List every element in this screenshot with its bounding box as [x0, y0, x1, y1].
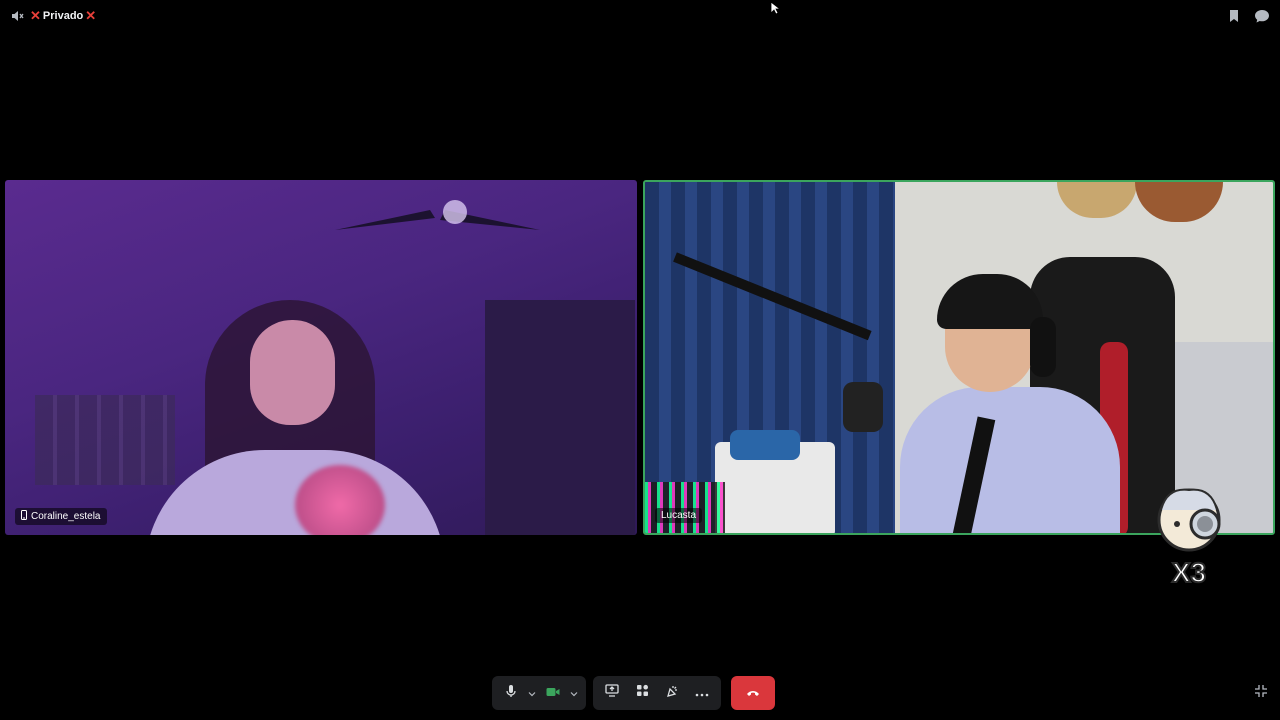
call-controls [0, 676, 1280, 710]
top-bar: ✕ Privado ✕ [0, 0, 1280, 32]
activities-button[interactable] [629, 680, 655, 706]
participant-hoodie [145, 450, 445, 535]
action-controls [593, 676, 721, 710]
x-mark-icon: ✕ [85, 8, 97, 23]
desk-case [730, 430, 800, 460]
chat-bubble-icon[interactable] [1254, 8, 1270, 24]
channel-name: ✕ Privado ✕ [30, 8, 96, 24]
chevron-down-icon [570, 684, 578, 702]
hang-up-button[interactable] [731, 676, 775, 710]
hang-up-icon [746, 684, 760, 702]
sticker-text: X3 [1172, 557, 1206, 587]
participant-nameplate: Coraline_estela [15, 508, 107, 525]
participant-video [900, 387, 1120, 533]
activities-icon [636, 684, 649, 702]
header-actions [1228, 8, 1270, 24]
more-options-button[interactable] [689, 680, 715, 706]
microphone-icon [505, 684, 517, 703]
chevron-down-icon [528, 684, 536, 702]
microphone-object [843, 382, 883, 432]
soundboard-icon [665, 684, 679, 703]
media-controls [492, 676, 586, 710]
x-mark-icon: ✕ [30, 8, 41, 23]
participant-name: Coraline_estela [31, 511, 101, 522]
participant-name: Lucasta [661, 510, 697, 521]
mouse-cursor-icon [770, 1, 782, 20]
wall-photos [35, 395, 175, 485]
mobile-phone-icon [21, 510, 27, 523]
ceiling-fan [335, 200, 540, 230]
cartoon-mascot-icon: X3 [1147, 482, 1232, 589]
soundboard-button[interactable] [659, 680, 685, 706]
exit-fullscreen-button[interactable] [1252, 684, 1270, 702]
channel-header: ✕ Privado ✕ [10, 8, 96, 24]
blurred-object [295, 465, 385, 535]
bookmark-icon[interactable] [1228, 9, 1240, 23]
headphones [1030, 317, 1056, 377]
participant-nameplate: Lucasta [655, 508, 703, 523]
microphone-button[interactable] [498, 680, 524, 706]
door [485, 300, 635, 535]
screen-share-icon [605, 684, 619, 702]
camera-icon [546, 684, 560, 702]
screen-share-button[interactable] [599, 680, 625, 706]
participant-face [250, 320, 335, 425]
video-tile-coraline[interactable]: Coraline_estela [5, 180, 637, 535]
channel-title: Privado [42, 10, 84, 22]
speaker-muted-icon[interactable] [10, 9, 24, 23]
camera-options-button[interactable] [568, 680, 580, 706]
microphone-options-button[interactable] [526, 680, 538, 706]
more-options-icon [695, 684, 709, 702]
camera-button[interactable] [540, 680, 566, 706]
exit-fullscreen-icon [1254, 684, 1268, 703]
